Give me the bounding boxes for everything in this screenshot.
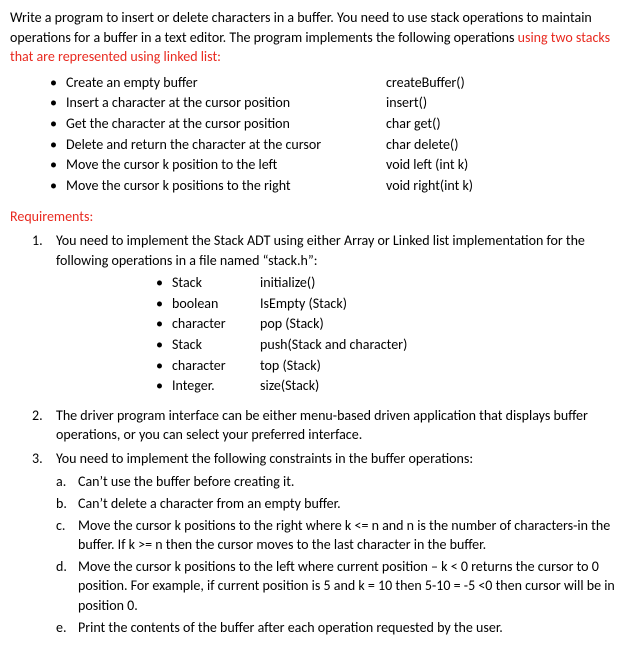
adt-item: • Stack push(Stack and character) [156, 335, 620, 355]
stack-adt-list: • Stack initialize() • boolean IsEmpty (… [156, 273, 620, 396]
adt-return: Stack [172, 335, 260, 355]
sub-label: b. [56, 494, 78, 514]
requirement-1: 1. You need to implement the Stack ADT u… [32, 231, 620, 402]
requirement-2: 2. The driver program interface can be e… [32, 406, 620, 445]
sub-label: a. [56, 472, 78, 492]
req1-text: You need to implement the Stack ADT usin… [56, 232, 585, 269]
op-item: • Get the character at the cursor positi… [50, 114, 620, 134]
bullet-icon: • [156, 335, 172, 355]
op-fn: char delete() [386, 135, 458, 155]
constraint-a: a. Can’t use the buffer before creating … [56, 472, 620, 492]
op-desc: Move the cursor k position to the left [66, 155, 386, 175]
adt-fn: IsEmpty (Stack) [260, 294, 347, 314]
adt-item: • character top (Stack) [156, 356, 620, 376]
bullet-icon: • [156, 314, 172, 334]
sub-text: Move the cursor k positions to the left … [78, 557, 620, 616]
adt-fn: top (Stack) [260, 356, 321, 376]
sub-label: d. [56, 557, 78, 616]
adt-return: character [172, 356, 260, 376]
sub-text: Can’t use the buffer before creating it. [78, 472, 620, 492]
op-desc: Move the cursor k positions to the right [66, 176, 386, 196]
adt-return: Integer. [172, 376, 260, 396]
op-desc: Insert a character at the cursor positio… [66, 93, 386, 113]
adt-item: • boolean IsEmpty (Stack) [156, 294, 620, 314]
req2-text: The driver program interface can be eith… [56, 407, 588, 444]
req3-text: You need to implement the following cons… [56, 450, 473, 467]
constraint-b: b. Can’t delete a character from an empt… [56, 494, 620, 514]
adt-fn: size(Stack) [260, 376, 319, 396]
bullet-icon: • [156, 273, 172, 293]
op-fn: insert() [386, 93, 427, 113]
adt-item: • Stack initialize() [156, 273, 620, 293]
bullet-icon: • [50, 93, 66, 113]
bullet-icon: • [156, 294, 172, 314]
op-item: • Insert a character at the cursor posit… [50, 93, 620, 113]
op-item: • Move the cursor k position to the left… [50, 155, 620, 175]
req-number: 3. [32, 449, 56, 639]
sub-label: e. [56, 618, 78, 638]
bullet-icon: • [156, 376, 172, 396]
bullet-icon: • [50, 155, 66, 175]
constraints-sublist: a. Can’t use the buffer before creating … [56, 472, 620, 637]
sub-text: Move the cursor k positions to the right… [78, 516, 620, 555]
op-fn: void left (int k) [386, 155, 468, 175]
adt-item: • character pop (Stack) [156, 314, 620, 334]
adt-fn: push(Stack and character) [260, 335, 407, 355]
op-fn: char get() [386, 114, 441, 134]
intro-text: Write a program to insert or delete char… [10, 9, 592, 46]
op-item: • Delete and return the character at the… [50, 135, 620, 155]
op-fn: createBuffer() [386, 73, 465, 93]
req-number: 2. [32, 406, 56, 445]
constraint-d: d. Move the cursor k positions to the le… [56, 557, 620, 616]
bullet-icon: • [50, 114, 66, 134]
adt-return: character [172, 314, 260, 334]
op-desc: Get the character at the cursor position [66, 114, 386, 134]
intro-paragraph: Write a program to insert or delete char… [10, 8, 620, 67]
adt-item: • Integer. size(Stack) [156, 376, 620, 396]
adt-return: Stack [172, 273, 260, 293]
bullet-icon: • [50, 176, 66, 196]
requirements-heading: Requirements: [10, 207, 620, 227]
adt-return: boolean [172, 294, 260, 314]
adt-fn: initialize() [260, 273, 315, 293]
adt-fn: pop (Stack) [260, 314, 324, 334]
constraint-e: e. Print the contents of the buffer afte… [56, 618, 620, 638]
bullet-icon: • [50, 135, 66, 155]
op-item: • Move the cursor k positions to the rig… [50, 176, 620, 196]
op-fn: void right(int k) [386, 176, 473, 196]
op-desc: Delete and return the character at the c… [66, 135, 386, 155]
sub-label: c. [56, 516, 78, 555]
req-number: 1. [32, 231, 56, 402]
bullet-icon: • [50, 73, 66, 93]
sub-text: Print the contents of the buffer after e… [78, 618, 620, 638]
requirement-3: 3. You need to implement the following c… [32, 449, 620, 639]
op-item: • Create an empty buffer createBuffer() [50, 73, 620, 93]
sub-text: Can’t delete a character from an empty b… [78, 494, 620, 514]
op-desc: Create an empty buffer [66, 73, 386, 93]
requirements-list: 1. You need to implement the Stack ADT u… [32, 231, 620, 639]
buffer-operations-list: • Create an empty buffer createBuffer() … [50, 73, 620, 196]
bullet-icon: • [156, 356, 172, 376]
constraint-c: c. Move the cursor k positions to the ri… [56, 516, 620, 555]
